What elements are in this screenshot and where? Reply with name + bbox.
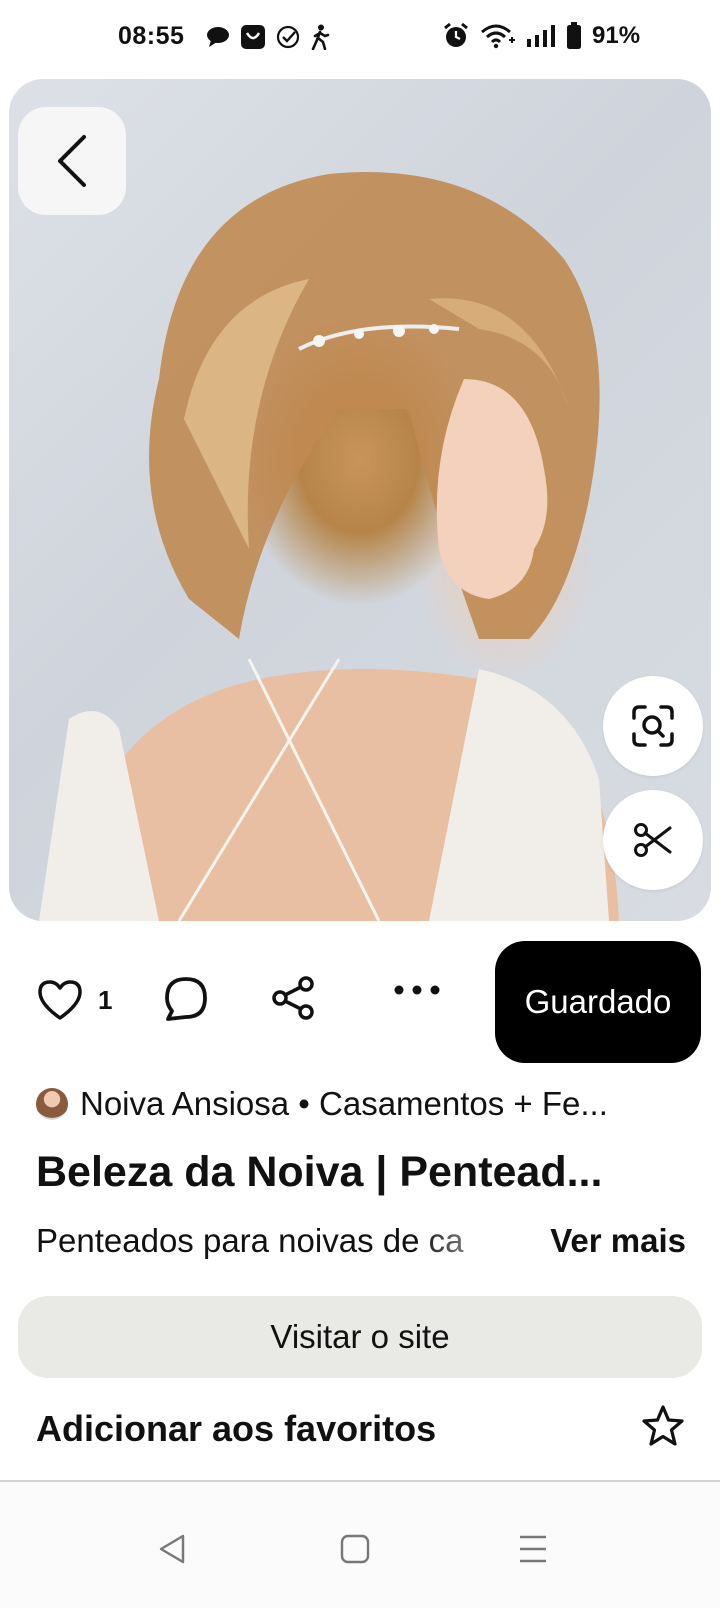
more-dots-icon [393,984,441,996]
back-button[interactable] [18,107,126,215]
status-bar: 08:55 91% [0,0,720,80]
chevron-left-icon [52,133,92,189]
nav-recents-icon[interactable] [518,1534,548,1564]
visual-search-button[interactable] [603,676,703,776]
nav-back-icon[interactable] [158,1534,186,1564]
more-options-button[interactable] [393,983,441,1001]
visual-search-icon [631,704,675,748]
see-more-link[interactable]: Ver mais [550,1222,686,1260]
chat-bubble-icon [206,26,230,48]
visit-site-button[interactable]: Visitar o site [18,1296,702,1378]
wifi-icon [480,23,516,49]
status-time: 08:55 [118,22,185,50]
avatar [36,1088,68,1120]
pin-description: Penteados para noivas de ca [36,1222,464,1259]
status-right-icons: 91% [442,22,640,50]
actions-row: 1 Guardado [0,935,720,1065]
battery-percent: 91% [592,22,641,49]
shopping-bag-icon [240,24,266,50]
like-count: 1 [98,984,113,1015]
pin-title: Beleza da Noiva | Pentead... [36,1148,603,1196]
share-icon [270,975,316,1021]
creator-name[interactable]: Noiva Ansiosa • Casamentos + Fe... [80,1085,608,1123]
check-circle-icon [276,25,300,49]
comment-icon [163,975,209,1023]
star-icon[interactable] [640,1404,686,1448]
comment-button[interactable] [163,975,209,1028]
scissors-icon [633,822,673,858]
signal-icon [526,24,556,48]
share-button[interactable] [270,975,316,1026]
nav-home-icon[interactable] [340,1534,370,1564]
system-nav-bar [0,1482,720,1608]
alarm-icon [442,22,470,50]
battery-icon [566,22,582,50]
like-button[interactable]: 1 [36,978,112,1022]
walking-icon [310,24,330,50]
heart-icon [36,978,84,1022]
save-button[interactable]: Guardado [495,941,701,1063]
status-left-icons [206,24,330,50]
favorites-row[interactable]: Adicionar aos favoritos [36,1402,686,1462]
cutout-button[interactable] [603,790,703,890]
favorites-label: Adicionar aos favoritos [36,1408,437,1449]
description-row: Penteados para noivas de ca Ver mais [36,1222,686,1268]
creator-row[interactable]: Noiva Ansiosa • Casamentos + Fe... [36,1085,686,1123]
